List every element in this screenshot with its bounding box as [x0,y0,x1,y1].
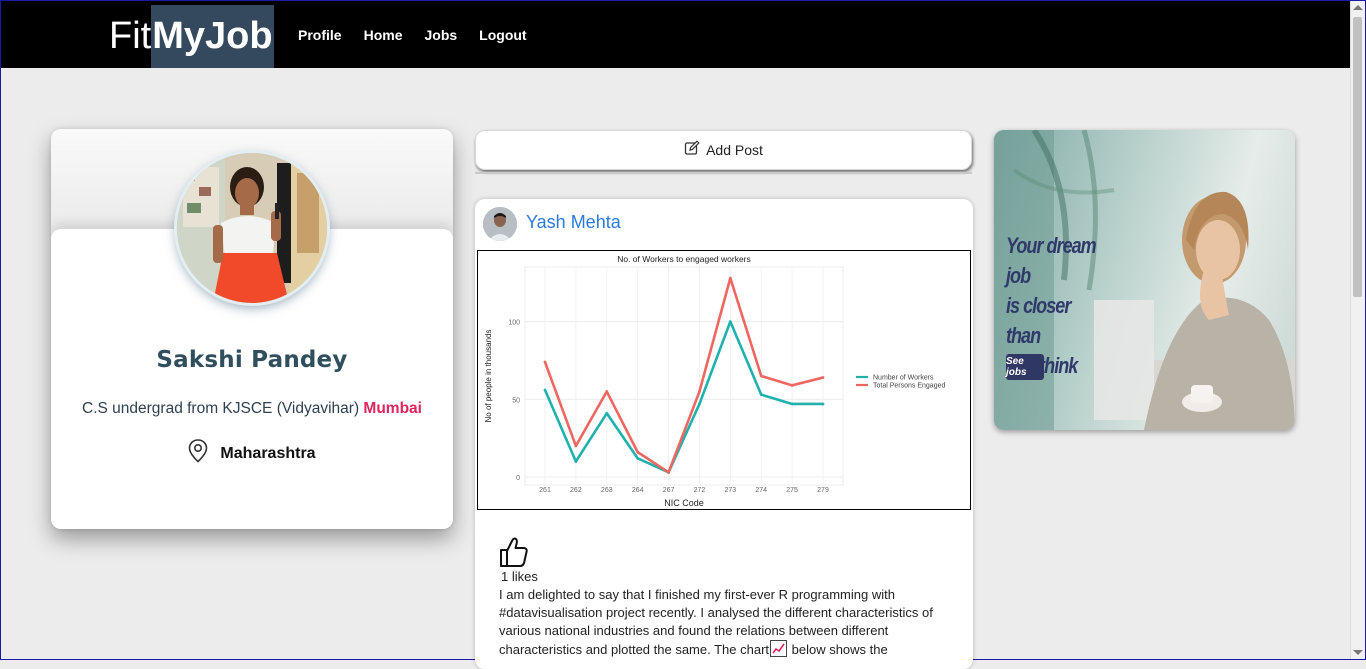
post-text-part2: below shows the [788,642,888,657]
profile-state: Maharashtra [220,444,316,462]
post-chart: No. of Workers to engaged workers 0 50 100… [477,250,971,510]
chart-x-tick-label: 263 [601,487,613,494]
chart-x-tick-label: 279 [817,487,829,494]
ad-line-1: Your dream job [1006,233,1097,288]
profile-card: Sakshi Pandey C.S undergrad from KJSCE (… [51,129,453,529]
chart-data-point [821,376,825,379]
navbar: FitMyJob Profile Home Jobs Logout [1,1,1352,68]
page-scrollbar[interactable] [1350,1,1365,659]
scroll-up-arrow-icon[interactable] [1353,5,1363,10]
chart-y-tick-label: 100 [508,320,520,327]
post-author-avatar[interactable] [483,207,517,241]
location-pin-icon [188,439,208,468]
chart-data-point [759,393,763,397]
chart-data-point [790,383,794,387]
post-author-name[interactable]: Yash Mehta [526,212,621,233]
chart-x-axis-label: NIC Code [664,498,704,508]
chart-data-point [728,276,732,280]
edit-icon [684,139,700,161]
chart-data-point [543,388,547,392]
chart-data-point [728,320,732,324]
profile-education: C.S undergrad from KJSCE (Vidyavihar) [82,400,360,417]
ad-line-2: is closer than [1006,293,1071,348]
chart-title: No. of Workers to engaged workers [617,254,751,264]
job-advertisement[interactable]: Your dream job is closer than you think … [994,130,1295,430]
chart-data-point [821,402,825,406]
chart-x-tick-label: 272 [694,487,706,494]
brand-prefix: Fit [109,15,152,57]
scroll-down-arrow-icon[interactable] [1353,650,1363,655]
chart-data-point [543,360,547,364]
thumbs-up-icon[interactable] [499,536,529,573]
profile-description: C.S undergrad from KJSCE (Vidyavihar) Mu… [51,400,453,418]
nav-home-link[interactable]: Home [364,27,403,43]
chart-data-point [636,456,640,460]
nav-jobs-link[interactable]: Jobs [424,27,457,43]
chart-data-point [698,390,701,393]
chart-data-point [667,470,670,474]
nav-links: Profile Home Jobs Logout [298,1,549,68]
chart-data-point [790,402,794,406]
post-card: Yash Mehta No. of Workers to engaged wor… [475,199,973,669]
chart-y-axis-label: No of people in thousands [484,330,493,423]
chart-data-point [605,390,609,393]
profile-avatar[interactable] [177,153,327,303]
see-jobs-button[interactable]: See jobs [1006,354,1044,380]
chart-legend-label: Total Persons Engaged [873,383,945,390]
chart-data-point [574,460,578,463]
add-post-button[interactable]: Add Post [475,130,972,170]
line-chart: No. of Workers to engaged workers 0 50 100… [484,254,945,508]
chart-data-point [636,450,640,454]
chart-x-tick-label: 273 [724,487,736,494]
chart-x-tick-label: 261 [539,487,551,494]
nav-logout-link[interactable]: Logout [479,27,526,43]
brand-logo[interactable]: FitMyJob [109,5,274,68]
chart-data-point [698,402,701,406]
divider [475,172,972,174]
nav-profile-link[interactable]: Profile [298,27,342,43]
post-body: I am delighted to say that I finished my… [499,586,949,659]
chart-legend-label: Number of Workers [873,375,934,382]
scroll-thumb[interactable] [1353,17,1362,297]
chart-y-tick-label: 50 [512,397,520,404]
add-post-label: Add Post [706,142,763,158]
chart-x-tick-label: 262 [570,487,582,494]
profile-name: Sakshi Pandey [156,347,348,373]
chart-data-point [759,374,763,378]
profile-city: Mumbai [363,400,422,417]
brand-highlight: MyJob [151,5,274,68]
chart-x-tick-label: 274 [755,487,767,494]
profile-location: Maharashtra [51,439,453,468]
chart-emoji-icon [770,640,788,657]
chart-data-point [605,411,609,415]
chart-x-tick-label: 267 [663,487,675,494]
chart-x-tick-label: 275 [786,487,798,494]
likes-count: 1 likes [501,569,538,584]
chart-y-tick-label: 0 [516,475,520,482]
chart-data-point [574,444,578,448]
chart-x-tick-label: 264 [632,487,644,494]
